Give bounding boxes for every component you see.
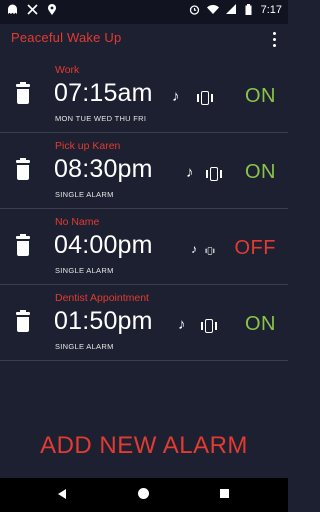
music-note-icon[interactable]: ♪ [178, 316, 186, 333]
alarm-label: Dentist Appointment [55, 292, 149, 304]
music-note-icon[interactable]: ♪ [191, 242, 197, 256]
overflow-menu-icon[interactable] [270, 30, 278, 48]
trash-icon[interactable] [14, 158, 32, 182]
alarm-row[interactable]: Pick up Karen 08:30pm ♪ SINGLE ALARM ON [0, 133, 288, 209]
alarm-repeat: MON TUE WED THU FRI [55, 114, 147, 123]
vibrate-icon[interactable] [200, 319, 218, 333]
vibrate-icon[interactable] [205, 247, 215, 255]
alarm-toggle[interactable]: ON [245, 85, 276, 108]
app-title: Peaceful Wake Up [11, 30, 122, 45]
trash-icon[interactable] [14, 310, 32, 334]
vibrate-icon[interactable] [196, 91, 214, 105]
ghost-notification-icon [6, 4, 18, 16]
alarm-toggle[interactable]: ON [245, 313, 276, 336]
alarm-time[interactable]: 04:00pm [54, 231, 153, 260]
alarm-time[interactable]: 08:30pm [54, 155, 153, 184]
alarm-time[interactable]: 07:15am [54, 79, 153, 108]
alarm-label: No Name [55, 216, 100, 228]
alarm-repeat: SINGLE ALARM [55, 266, 114, 275]
alarm-clock-icon [189, 4, 201, 16]
add-new-alarm-button[interactable]: ADD NEW ALARM [40, 432, 248, 460]
battery-icon [243, 4, 255, 16]
system-nav-bar [0, 478, 288, 512]
wifi-icon [206, 4, 219, 16]
location-icon [46, 4, 58, 16]
alarm-list: Work 07:15am ♪ MON TUE WED THU FRI ON Pi… [0, 57, 288, 361]
home-icon[interactable] [138, 488, 149, 499]
add-alarm-area: ADD NEW ALARM [0, 418, 288, 478]
alarm-label: Pick up Karen [55, 140, 121, 152]
alarm-row[interactable]: Dentist Appointment 01:50pm ♪ SINGLE ALA… [0, 285, 288, 361]
alarm-repeat: SINGLE ALARM [55, 190, 114, 199]
recents-icon[interactable] [220, 489, 229, 498]
vibrate-icon[interactable] [205, 167, 223, 181]
app-bar: Peaceful Wake Up [0, 24, 288, 56]
alarm-repeat: SINGLE ALARM [55, 342, 114, 351]
alarm-row[interactable]: No Name 04:00pm ♪ SINGLE ALARM OFF [0, 209, 288, 285]
trash-icon[interactable] [14, 82, 32, 106]
status-bar: 7:17 [0, 0, 288, 24]
back-icon[interactable] [58, 489, 66, 499]
tools-icon [26, 4, 38, 16]
status-time: 7:17 [260, 4, 282, 16]
music-note-icon[interactable]: ♪ [186, 164, 194, 181]
alarm-label: Work [55, 64, 80, 76]
alarm-toggle[interactable]: OFF [235, 237, 277, 260]
alarm-row[interactable]: Work 07:15am ♪ MON TUE WED THU FRI ON [0, 57, 288, 133]
alarm-time[interactable]: 01:50pm [54, 307, 153, 336]
alarm-toggle[interactable]: ON [245, 161, 276, 184]
signal-icon [225, 4, 237, 16]
music-note-icon[interactable]: ♪ [172, 88, 180, 105]
trash-icon[interactable] [14, 234, 32, 258]
